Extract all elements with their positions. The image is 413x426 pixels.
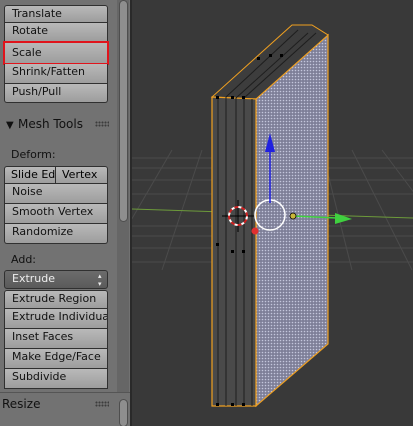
rotate-button[interactable]: Rotate (4, 23, 108, 42)
collapse-triangle-icon: ▼ (6, 120, 14, 131)
shrink-fatten-button[interactable]: Shrink/Fatten (4, 64, 108, 84)
extrude-region-button[interactable]: Extrude Region (4, 290, 108, 309)
push-pull-button[interactable]: Push/Pull (4, 84, 108, 103)
make-edge-face-button[interactable]: Make Edge/Face (4, 349, 108, 369)
smooth-vertex-button[interactable]: Smooth Vertex (4, 204, 108, 224)
mesh-side-face (255, 33, 329, 408)
y-axis-arrow-icon[interactable] (335, 213, 352, 224)
viewport-canvas[interactable] (132, 0, 413, 426)
deform-label: Deform: (11, 148, 56, 161)
panel-drag-grip-icon[interactable] (95, 121, 109, 127)
extrude-individual-button[interactable]: Extrude Individual (4, 309, 108, 329)
resize-panel-title: Resize (2, 397, 41, 411)
resize-operator-panel[interactable]: Resize (0, 392, 132, 426)
subdivide-button[interactable]: Subdivide (4, 369, 108, 389)
3d-viewport[interactable] (132, 0, 413, 426)
noise-button[interactable]: Noise (4, 184, 108, 204)
scale-button[interactable]: Scale (3, 41, 109, 65)
slide-edge-button[interactable]: Slide Ed (4, 166, 56, 184)
translate-button[interactable]: Translate (4, 5, 108, 23)
resize-panel-scroll-thumb[interactable] (119, 399, 128, 426)
extrude-select[interactable]: Extrude (4, 270, 108, 289)
randomize-button[interactable]: Randomize (4, 224, 108, 244)
scrollbar-thumb[interactable] (119, 0, 128, 222)
object-origin-icon (251, 227, 259, 235)
vertex-slide-button[interactable]: Vertex (56, 166, 108, 184)
tool-shelf: Translate Rotate Scale Shrink/Fatten Pus… (0, 0, 132, 426)
mesh-tools-title: Mesh Tools (18, 117, 83, 131)
add-label: Add: (11, 253, 37, 266)
resize-panel-grip-icon[interactable] (95, 401, 109, 407)
manipulator-center-icon (289, 212, 297, 220)
inset-faces-button[interactable]: Inset Faces (4, 329, 108, 349)
